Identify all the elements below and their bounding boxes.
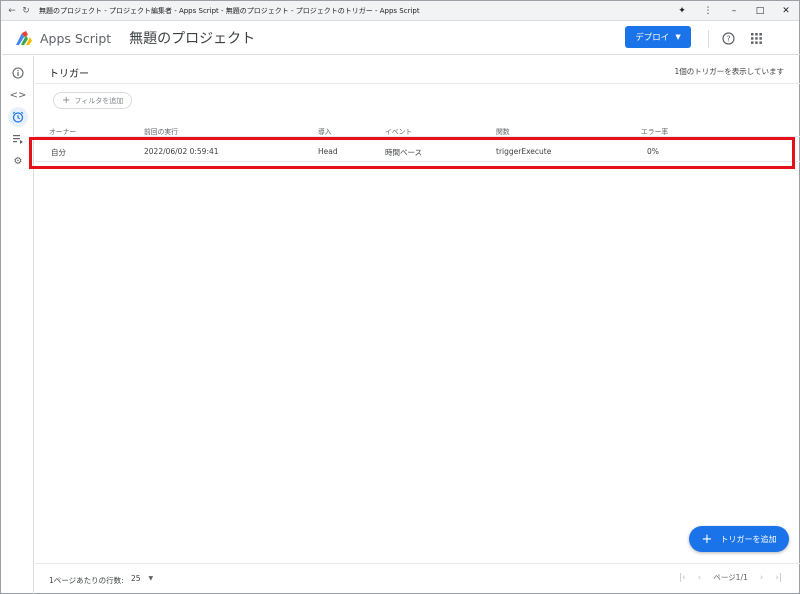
apps-grid-icon[interactable]: [749, 31, 763, 45]
first-page-icon[interactable]: |‹: [679, 573, 686, 583]
add-trigger-label: トリガーを追加: [720, 534, 777, 544]
window-titlebar: ← ↻ 無題のプロジェクト - プロジェクト編集者 - Apps Script …: [1, 1, 799, 21]
more-vert-icon[interactable]: ⋮: [695, 1, 721, 21]
page-title: トリガー: [49, 69, 89, 80]
rows-per-page-label: 1ページあたりの行数:: [49, 576, 124, 585]
gear-icon[interactable]: ⚙: [8, 151, 28, 171]
highlight-box: [29, 137, 795, 169]
close-window-button[interactable]: ✕: [773, 1, 799, 21]
divider: [35, 563, 800, 564]
project-title[interactable]: 無題のプロジェクト: [129, 28, 255, 48]
dropdown-arrow-icon: ▼: [148, 575, 154, 582]
alarm-clock-icon[interactable]: [8, 107, 28, 127]
svg-text:?: ?: [726, 34, 730, 43]
triggers-panel: トリガー 1個のトリガーを表示しています + フィルタを追加 オーナー 前回の実…: [29, 56, 800, 594]
table-header-row: オーナー 前回の実行 導入 イベント 関数 エラー率: [35, 123, 800, 137]
plus-icon: +: [701, 531, 713, 547]
column-header-event[interactable]: イベント: [385, 126, 412, 136]
dropdown-arrow-icon: ▼: [675, 33, 681, 41]
column-header-owner[interactable]: オーナー: [49, 126, 76, 136]
info-icon[interactable]: [8, 63, 28, 83]
last-page-icon[interactable]: ›|: [775, 573, 782, 583]
app-header: Apps Script 無題のプロジェクト デプロイ ▼ ?: [2, 22, 800, 55]
deploy-label: デプロイ: [635, 33, 670, 43]
add-trigger-button[interactable]: + トリガーを追加: [689, 526, 789, 552]
prev-page-icon[interactable]: ‹: [698, 573, 702, 583]
code-icon[interactable]: <>: [8, 85, 28, 105]
reload-icon[interactable]: ↻: [19, 4, 33, 18]
trigger-count-info: 1個のトリガーを表示しています: [674, 67, 784, 76]
divider: [35, 83, 800, 84]
column-header-last-run[interactable]: 前回の実行: [144, 126, 178, 136]
page-indicator: ページ1/1: [713, 573, 748, 582]
column-header-deployment[interactable]: 導入: [318, 126, 332, 136]
help-icon[interactable]: ?: [721, 31, 735, 45]
plus-icon: +: [62, 95, 71, 106]
add-filter-button[interactable]: + フィルタを追加: [53, 92, 133, 109]
apps-script-logo[interactable]: [14, 29, 34, 47]
next-page-icon[interactable]: ›: [760, 573, 764, 583]
pagination: |‹ ‹ ページ1/1 › ›|: [679, 572, 782, 583]
minimize-button[interactable]: –: [721, 1, 747, 21]
back-arrow-icon[interactable]: ←: [5, 4, 19, 18]
list-run-icon[interactable]: [8, 129, 28, 149]
column-header-error-rate[interactable]: エラー率: [641, 126, 668, 136]
rows-per-page-select[interactable]: 25 ▼: [131, 574, 153, 583]
maximize-button[interactable]: □: [747, 1, 773, 21]
extension-puzzle-icon[interactable]: ✦: [669, 1, 695, 21]
browser-window: ← ↻ 無題のプロジェクト - プロジェクト編集者 - Apps Script …: [0, 0, 800, 594]
header-divider: [708, 30, 709, 48]
window-title: 無題のプロジェクト - プロジェクト編集者 - Apps Script - 無題…: [39, 6, 420, 15]
deploy-button[interactable]: デプロイ ▼: [625, 26, 691, 48]
add-filter-label: フィルタを追加: [74, 96, 124, 105]
column-header-function[interactable]: 関数: [496, 126, 510, 136]
rows-per-page-value: 25: [131, 574, 141, 583]
brand-name[interactable]: Apps Script: [40, 31, 111, 46]
